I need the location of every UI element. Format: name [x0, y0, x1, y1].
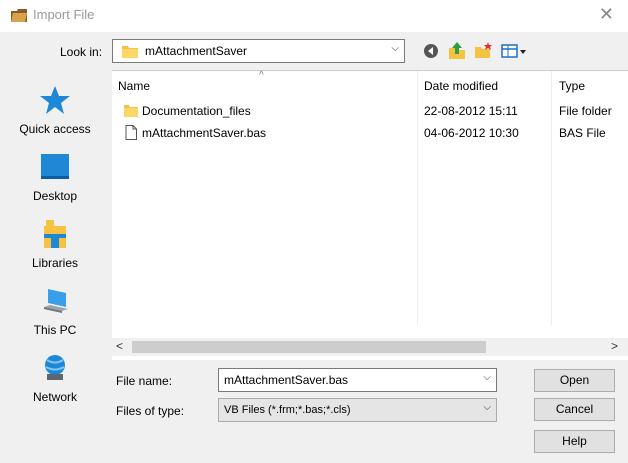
- look-in-value: mAttachmentSaver: [145, 44, 248, 58]
- file-row[interactable]: mAttachmentSaver.bas 04-06-2012 10:30 BA…: [112, 122, 628, 144]
- file-type-label: Files of type:: [116, 404, 185, 418]
- view-menu-icon[interactable]: [500, 41, 528, 61]
- place-quick-access[interactable]: Quick access: [0, 80, 110, 146]
- scrollbar-thumb[interactable]: [132, 341, 486, 353]
- file-type-value: VB Files (*.frm;*.bas;*.cls): [224, 404, 351, 416]
- file-date: 04-06-2012 10:30: [424, 126, 519, 140]
- place-label: Desktop: [32, 189, 78, 203]
- chevron-down-icon: ⌵: [483, 402, 491, 413]
- place-label: Quick access: [19, 122, 91, 136]
- new-folder-icon[interactable]: [473, 41, 493, 61]
- file-type-dropdown[interactable]: VB Files (*.frm;*.bas;*.cls) ⌵: [218, 398, 497, 422]
- title-bar: Import File ✕: [0, 0, 628, 32]
- file-name-value: mAttachmentSaver.bas: [224, 373, 349, 387]
- file-name: Documentation_files: [142, 104, 251, 118]
- desktop-icon: [41, 154, 69, 179]
- file-type: BAS File: [559, 126, 606, 140]
- file-icon: [125, 125, 137, 140]
- computer-icon: [44, 289, 68, 313]
- column-header-type[interactable]: Type: [559, 79, 585, 93]
- place-network[interactable]: Network: [0, 348, 110, 414]
- folder-icon: [124, 105, 138, 117]
- file-type: File folder: [559, 104, 612, 118]
- sort-ascending-icon: ^: [259, 70, 264, 81]
- chevron-down-icon[interactable]: ⌵: [483, 372, 491, 383]
- place-label: This PC: [33, 323, 77, 337]
- file-row[interactable]: Documentation_files 22-08-2012 15:11 Fil…: [112, 100, 628, 122]
- file-name-input[interactable]: mAttachmentSaver.bas ⌵: [218, 368, 497, 392]
- star-icon: [40, 86, 70, 114]
- close-button[interactable]: ✕: [599, 5, 614, 23]
- column-header-name[interactable]: Name: [118, 79, 150, 93]
- import-file-icon: [11, 9, 27, 22]
- window-title: Import File: [33, 7, 95, 22]
- file-date: 22-08-2012 15:11: [424, 104, 518, 118]
- look-in-label: Look in:: [60, 45, 103, 59]
- libraries-icon: [44, 220, 66, 248]
- place-this-pc[interactable]: This PC: [0, 281, 110, 347]
- places-bar: Quick access Desktop Libraries This PC N…: [0, 70, 110, 410]
- file-name: mAttachmentSaver.bas: [142, 126, 267, 140]
- help-button[interactable]: Help: [534, 430, 615, 453]
- chevron-down-icon: ⌵: [391, 43, 399, 54]
- scroll-left-icon[interactable]: <: [116, 339, 123, 353]
- look-in-dropdown[interactable]: mAttachmentSaver ⌵: [112, 39, 405, 63]
- place-desktop[interactable]: Desktop: [0, 147, 110, 213]
- place-libraries[interactable]: Libraries: [0, 214, 110, 280]
- file-name-label: File name:: [116, 374, 173, 388]
- column-header-date[interactable]: Date modified: [424, 79, 498, 93]
- scroll-right-icon[interactable]: >: [611, 339, 618, 353]
- cancel-button[interactable]: Cancel: [534, 398, 615, 421]
- place-label: Libraries: [31, 256, 79, 270]
- network-icon: [45, 355, 65, 380]
- up-folder-icon[interactable]: [447, 41, 467, 61]
- horizontal-scrollbar[interactable]: < >: [112, 338, 628, 356]
- place-label: Network: [32, 390, 77, 404]
- back-icon[interactable]: [421, 41, 441, 61]
- folder-icon: [122, 46, 138, 58]
- open-button[interactable]: Open: [534, 369, 615, 392]
- file-list[interactable]: ^ Name Date modified Type Documentation_…: [112, 70, 628, 360]
- import-file-dialog: Look in: mAttachmentSaver ⌵ Quick access: [0, 32, 628, 463]
